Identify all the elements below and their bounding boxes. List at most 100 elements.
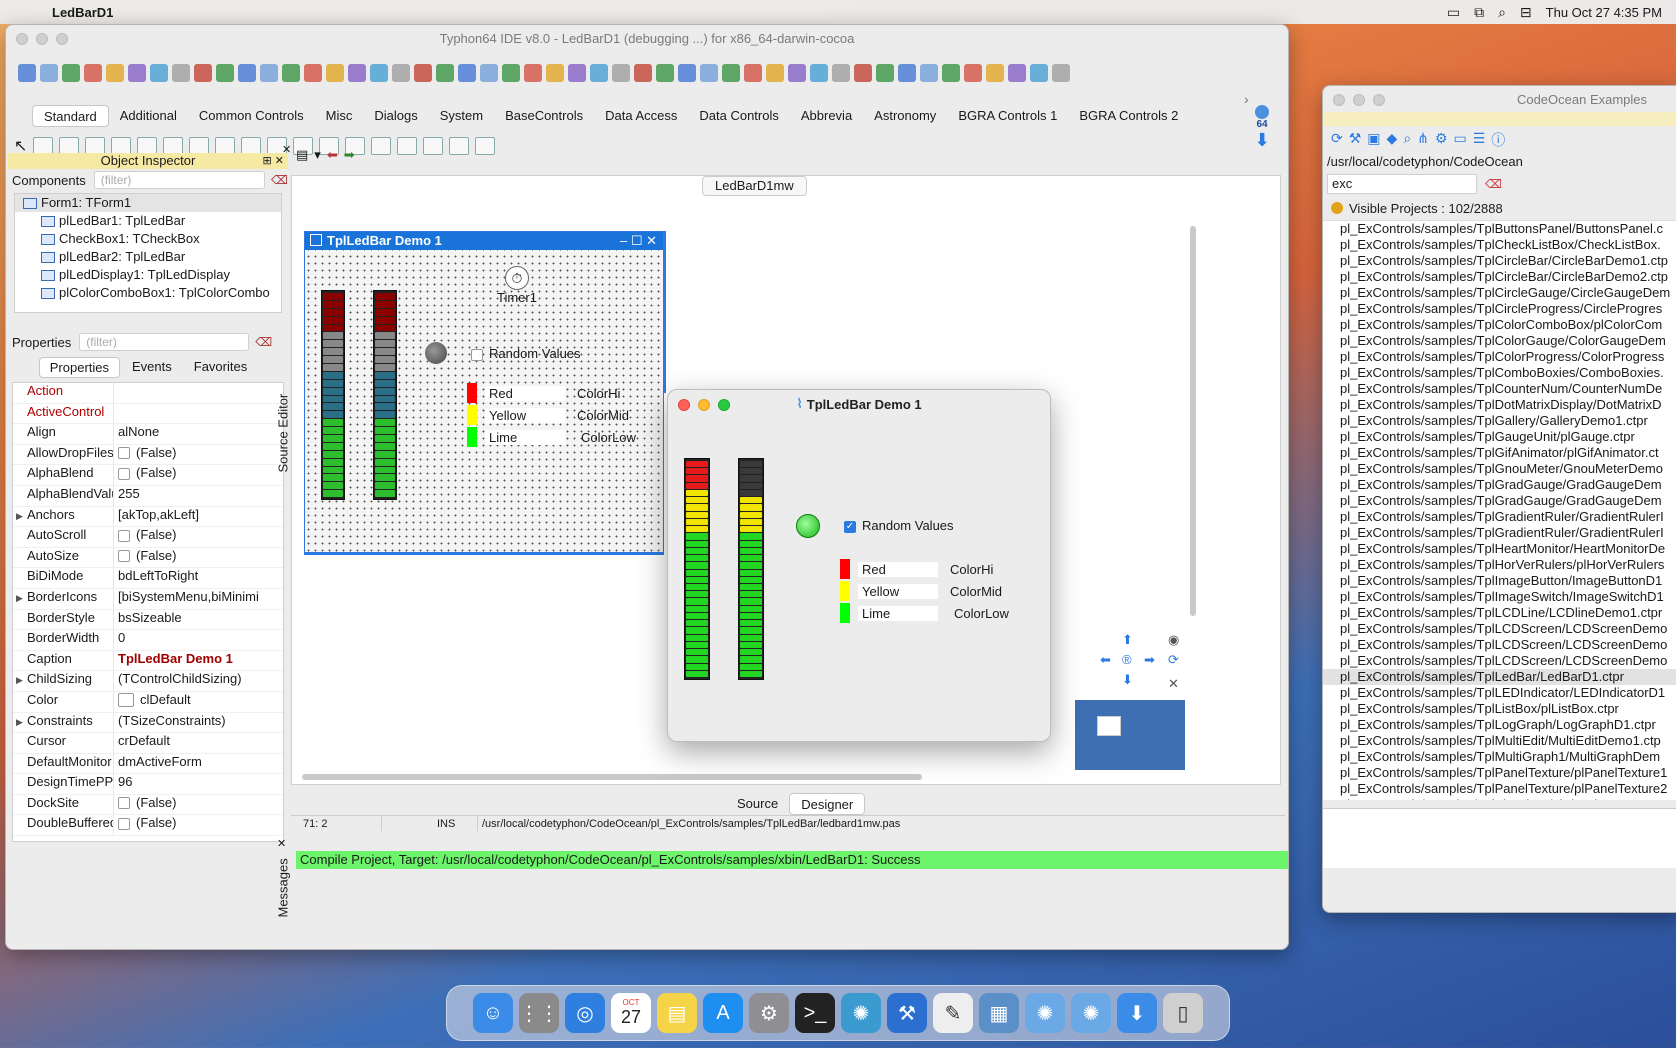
display-icon[interactable]: ▭	[1447, 4, 1460, 21]
editor-tab[interactable]: Source	[726, 793, 789, 815]
toolbar-button-icon[interactable]	[238, 64, 256, 82]
messages-line[interactable]: Compile Project, Target: /usr/local/code…	[296, 851, 1288, 869]
clock[interactable]: Thu Oct 27 4:35 PM	[1546, 5, 1662, 20]
toolbar-button-icon[interactable]	[898, 64, 916, 82]
property-value[interactable]: (False)	[113, 527, 283, 547]
toolbar-button-icon[interactable]	[392, 64, 410, 82]
horizontal-scrollbar[interactable]	[302, 774, 922, 780]
toolbar-button-icon[interactable]	[590, 64, 608, 82]
property-value[interactable]: [akTop,akLeft]	[113, 506, 283, 527]
toolbar-button-icon[interactable]	[568, 64, 586, 82]
expand-arrow-icon[interactable]: ▶	[16, 511, 23, 522]
close-button[interactable]	[16, 33, 28, 45]
property-row[interactable]: DoubleBuffered (False)	[13, 815, 283, 837]
toolbar-button-icon[interactable]	[634, 64, 652, 82]
property-value[interactable]: (False)	[113, 815, 283, 836]
toolbar-button-icon[interactable]	[326, 64, 344, 82]
property-row[interactable]: Color clDefault	[13, 691, 283, 713]
palette-tab[interactable]: System	[429, 105, 494, 127]
palette-component-icon[interactable]	[397, 137, 418, 155]
property-row[interactable]: DesignTimePPI 96	[13, 774, 283, 795]
tools-icon[interactable]: ✕	[1168, 676, 1179, 692]
co-minimize-button[interactable]	[1353, 94, 1365, 106]
co-search-input[interactable]: exc	[1327, 174, 1477, 194]
property-row[interactable]: AllowDropFiles (False)	[13, 444, 283, 466]
property-value[interactable]: dmActiveForm	[113, 753, 283, 774]
property-value[interactable]: 255	[113, 485, 283, 506]
toolbar-button-icon[interactable]	[1052, 64, 1070, 82]
project-item[interactable]: pl_ExControls/samples/TplLCDScreen/LCDSc…	[1323, 637, 1676, 653]
messages-close-icon[interactable]: ✕	[277, 837, 286, 850]
property-row[interactable]: BorderStyle bsSizeable	[13, 609, 283, 631]
palette-tab[interactable]: Data Controls	[688, 105, 789, 127]
terminal-icon[interactable]: >_	[795, 993, 835, 1033]
windows-icon[interactable]: ⧉	[1474, 4, 1484, 21]
property-row[interactable]: DockSite (False)	[13, 794, 283, 816]
xcode-icon[interactable]: ⚒	[887, 993, 927, 1033]
tree-node[interactable]: CheckBox1: TCheckBox	[15, 230, 281, 248]
toolbar-button-icon[interactable]	[304, 64, 322, 82]
project-item[interactable]: pl_ExControls/samples/TplHeartMonitor/He…	[1323, 541, 1676, 557]
toolbar-button-icon[interactable]	[194, 64, 212, 82]
nav-up-icon[interactable]: ⬆	[1122, 632, 1133, 648]
co-refresh-icon[interactable]: ⟳	[1331, 130, 1343, 148]
toolbar-button-icon[interactable]	[1008, 64, 1026, 82]
project-item[interactable]: pl_ExControls/samples/TplGradGauge/GradG…	[1323, 493, 1676, 509]
forward-arrow-icon[interactable]: ➡	[344, 147, 355, 163]
project-item[interactable]: pl_ExControls/samples/TplPanelTexture/pl…	[1323, 781, 1676, 797]
nav-down-icon[interactable]: ⬇	[1122, 672, 1133, 688]
downloads-icon[interactable]: ⬇	[1117, 993, 1157, 1033]
property-checkbox[interactable]	[118, 797, 130, 810]
co-run-icon[interactable]: ▣	[1367, 130, 1380, 148]
property-value[interactable]: alNone	[113, 424, 283, 444]
color-combo-row[interactable]: Lime ColorLow	[840, 602, 1030, 624]
expand-arrow-icon[interactable]: ▶	[16, 593, 23, 604]
run-led-display[interactable]	[796, 514, 820, 538]
project-item[interactable]: pl_ExControls/samples/TplGallery/Gallery…	[1323, 413, 1676, 429]
color-combo-row[interactable]: Red ColorHi	[467, 382, 657, 404]
palette-tab[interactable]: BaseControls	[494, 105, 594, 127]
palette-tab[interactable]: Data Access	[594, 105, 688, 127]
properties-grid[interactable]: Action ActiveControl Align alNone AllowDropF…	[12, 382, 284, 842]
project-item[interactable]: pl_ExControls/samples/TplCircleBar/Circl…	[1323, 253, 1676, 269]
property-row[interactable]: BiDiMode bdLeftToRight	[13, 568, 283, 589]
palette-component-icon[interactable]	[475, 137, 496, 155]
toolbar-button-icon[interactable]	[832, 64, 850, 82]
toolbar-button-icon[interactable]	[722, 64, 740, 82]
palette-tab[interactable]: Misc	[315, 105, 364, 127]
project-item[interactable]: pl_ExControls/samples/TplLCDScreen/LCDSc…	[1323, 653, 1676, 669]
toolbar-button-icon[interactable]	[62, 64, 80, 82]
property-value[interactable]: (False)	[113, 465, 283, 485]
toolbar-button-icon[interactable]	[106, 64, 124, 82]
project-item[interactable]: pl_ExControls/samples/TplCircleGauge/Cir…	[1323, 285, 1676, 301]
co-folder-icon[interactable]: ▭	[1453, 130, 1466, 148]
toolbar-button-icon[interactable]	[480, 64, 498, 82]
editor-tab[interactable]: Designer	[789, 793, 866, 815]
toolbar-button-icon[interactable]	[436, 64, 454, 82]
property-value[interactable]: [biSystemMenu,biMinimi	[113, 588, 283, 609]
palette-component-icon[interactable]	[449, 137, 470, 155]
designer-list-icon[interactable]: ▾	[314, 147, 321, 163]
back-arrow-icon[interactable]: ⬅	[327, 147, 338, 163]
palette-tab[interactable]: BGRA Controls 2	[1068, 105, 1189, 127]
project-item[interactable]: pl_ExControls/samples/TplMultiEdit/Multi…	[1323, 733, 1676, 749]
toolbar-button-icon[interactable]	[84, 64, 102, 82]
co-clear-search-icon[interactable]: ⌫	[1485, 177, 1502, 191]
app-menu[interactable]: LedBarD1	[52, 5, 113, 20]
toolbar-button-icon[interactable]	[370, 64, 388, 82]
project-item[interactable]: pl_ExControls/samples/TplColorProgress/C…	[1323, 349, 1676, 365]
project-item[interactable]: pl_ExControls/samples/TplLogGraph/LogGra…	[1323, 717, 1676, 733]
project-item[interactable]: pl_ExControls/samples/TplMultiGraph1/Mul…	[1323, 749, 1676, 765]
palette-scroll-right-icon[interactable]: ›	[1244, 91, 1249, 107]
toolbar-button-icon[interactable]	[854, 64, 872, 82]
project-item[interactable]: pl_ExControls/samples/TplDotMatrixDispla…	[1323, 397, 1676, 413]
palette-tab[interactable]: Abbrevia	[790, 105, 863, 127]
toolbar-button-icon[interactable]	[172, 64, 190, 82]
toolbar-button-icon[interactable]	[678, 64, 696, 82]
expand-arrow-icon[interactable]: ▶	[16, 675, 23, 686]
co-favorite-icon[interactable]: ◆	[1387, 130, 1398, 148]
component-tree[interactable]: Form1: TForm1 plLedBar1: TplLedBar CheckBo…	[14, 193, 282, 313]
source-editor-label[interactable]: Source Editor	[276, 394, 291, 473]
palette-tab[interactable]: BGRA Controls 1	[947, 105, 1068, 127]
toolbar-button-icon[interactable]	[282, 64, 300, 82]
